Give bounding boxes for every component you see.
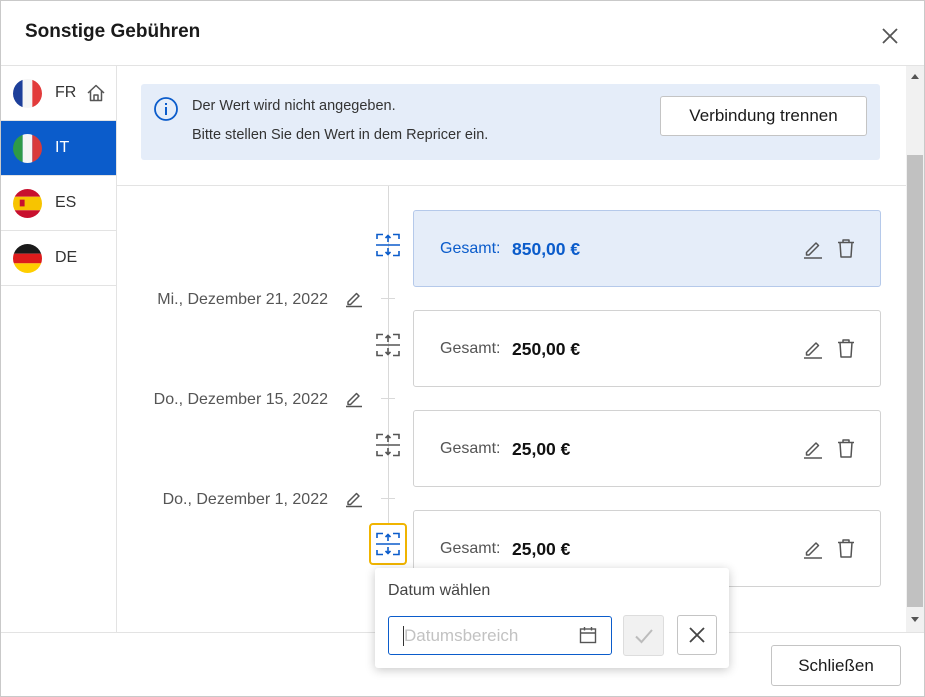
country-code: ES [55,194,77,211]
fee-entry-card[interactable]: Gesamt: 850,00 € [413,210,881,287]
close-icon[interactable] [877,23,903,49]
info-message: Der Wert wird nicht angegeben. [192,98,396,114]
close-button[interactable]: Schließen [771,645,901,686]
content-divider [117,185,906,186]
info-icon [154,97,178,121]
scrollbar[interactable] [906,66,924,632]
timeline-tick [381,398,395,399]
scrollbar-thumb[interactable] [907,155,923,607]
split-timeline-icon[interactable] [375,232,401,258]
flag-de-icon [13,244,42,273]
info-hint: Bitte stellen Sie den Wert in dem Repric… [192,127,489,143]
close-icon [689,627,705,643]
timeline-date: Mi., Dezember 21, 2022 [157,291,328,308]
popup-title: Datum wählen [388,582,491,599]
split-timeline-icon [376,532,400,556]
sidebar-item-fr[interactable]: FR [1,66,116,121]
fee-total-amount: 850,00 € [512,239,581,259]
trash-icon[interactable] [835,537,857,559]
timeline-date: Do., Dezember 1, 2022 [162,491,328,508]
fee-entry-card[interactable]: Gesamt: 250,00 € [413,310,881,387]
trash-icon[interactable] [835,237,857,259]
fee-total-amount: 250,00 € [512,339,581,359]
disconnect-button[interactable]: Verbindung trennen [660,96,867,136]
fee-total-label: Gesamt: [440,240,501,257]
country-code: FR [55,84,77,101]
scroll-up-arrow-icon[interactable] [911,74,919,79]
timeline-date: Do., Dezember 15, 2022 [153,391,328,408]
confirm-date-button[interactable] [623,615,664,656]
split-timeline-button-focused[interactable] [369,523,407,565]
country-code: DE [55,249,78,266]
sidebar-item-es[interactable]: ES [1,176,116,231]
scroll-down-arrow-icon[interactable] [911,617,919,622]
edit-date-pencil-icon[interactable] [344,288,364,308]
trash-icon[interactable] [835,437,857,459]
fee-total-label: Gesamt: [440,440,501,457]
pencil-icon[interactable] [802,537,824,559]
sidebar-item-de[interactable]: DE [1,231,116,286]
timeline-tick [381,298,395,299]
flag-es-icon [13,189,42,218]
fee-total-amount: 25,00 € [512,439,571,459]
country-code: IT [55,139,70,156]
header-divider [1,65,924,66]
cancel-date-button[interactable] [677,615,717,655]
fee-total-label: Gesamt: [440,340,501,357]
text-cursor [403,626,404,646]
sidebar-item-it[interactable]: IT [1,121,116,176]
flag-fr-icon [13,79,42,108]
trash-icon[interactable] [835,337,857,359]
pencil-icon[interactable] [802,237,824,259]
flag-it-icon [13,134,42,163]
check-icon [635,629,653,644]
fee-total-label: Gesamt: [440,540,501,557]
pencil-icon[interactable] [802,337,824,359]
pencil-icon[interactable] [802,437,824,459]
edit-date-pencil-icon[interactable] [344,388,364,408]
edit-date-pencil-icon[interactable] [344,488,364,508]
timeline-tick [381,498,395,499]
date-picker-popup: Datum wählen [375,568,729,668]
dialog-title: Sonstige Gebühren [25,21,201,42]
split-timeline-icon[interactable] [375,332,401,358]
dialog: Sonstige Gebühren FR IT ES DE Der Wert w… [0,0,925,697]
calendar-icon[interactable] [579,626,597,644]
split-timeline-icon[interactable] [375,432,401,458]
fee-entry-card[interactable]: Gesamt: 25,00 € [413,410,881,487]
home-icon [87,84,105,102]
country-sidebar: FR IT ES DE [1,66,117,632]
fee-total-amount: 25,00 € [512,539,571,559]
